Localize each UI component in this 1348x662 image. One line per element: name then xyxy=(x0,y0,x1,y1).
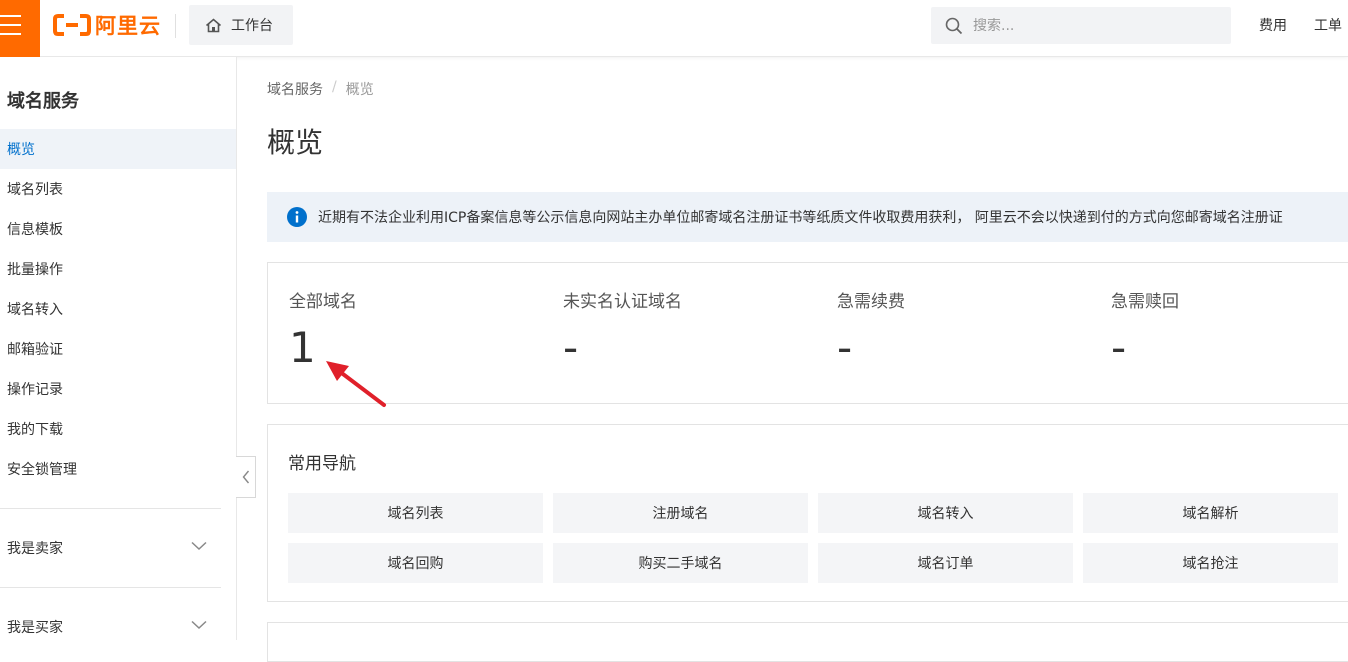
breadcrumb-current: 概览 xyxy=(345,82,374,98)
sidebar-item-email-verification[interactable]: 邮箱验证 xyxy=(0,329,236,369)
workbench-label: 工作台 xyxy=(231,18,273,34)
breadcrumb-separator: / xyxy=(332,79,337,95)
nav-button-domain-list[interactable]: 域名列表 xyxy=(288,493,543,533)
sidebar-item-my-downloads[interactable]: 我的下载 xyxy=(0,409,236,449)
sidebar-item-security-lock[interactable]: 安全锁管理 xyxy=(0,449,236,489)
sidebar-item-label: 概览 xyxy=(7,142,35,158)
home-icon xyxy=(205,17,222,32)
nav-button-domain-backorder[interactable]: 域名抢注 xyxy=(1083,543,1338,583)
stat-value[interactable]: 1 xyxy=(289,323,316,372)
sidebar-item-info-templates[interactable]: 信息模板 xyxy=(0,209,236,249)
nav-button-register-domain[interactable]: 注册域名 xyxy=(553,493,808,533)
stat-label: 全部域名 xyxy=(289,292,357,312)
notice-banner: 近期有不法企业利用ICP备案信息等公示信息向网站主办单位邮寄域名注册证书等纸质文… xyxy=(267,192,1348,242)
info-icon xyxy=(287,207,307,227)
stat-label: 急需续费 xyxy=(837,292,905,312)
domain-stats-card: 全部域名 1 未实名认证域名 - 急需续费 - 急需赎回 - xyxy=(267,262,1348,404)
sidebar-group-label: 我是卖家 xyxy=(7,541,63,557)
search-box[interactable] xyxy=(931,7,1231,44)
sidebar-collapse-button[interactable] xyxy=(236,456,256,498)
menu-icon-line xyxy=(0,33,21,35)
next-card xyxy=(267,622,1348,662)
billing-link[interactable]: 费用 xyxy=(1259,15,1287,35)
sidebar-item-operation-log[interactable]: 操作记录 xyxy=(0,369,236,409)
sidebar-title: 域名服务 xyxy=(7,91,79,112)
topbar-divider xyxy=(175,14,176,38)
stat-value: - xyxy=(837,323,853,372)
nav-button-domain-transfer[interactable]: 域名转入 xyxy=(818,493,1073,533)
menu-icon-line xyxy=(0,24,21,26)
menu-icon-line xyxy=(0,15,21,17)
stat-label: 未实名认证域名 xyxy=(563,292,682,312)
sidebar-group-label: 我是买家 xyxy=(7,620,63,636)
sidebar-item-domain-list[interactable]: 域名列表 xyxy=(0,169,236,209)
sidebar-item-label: 邮箱验证 xyxy=(7,342,63,358)
sidebar-item-label: 信息模板 xyxy=(7,222,63,238)
common-navigation-card: 常用导航 域名列表 注册域名 域名转入 域名解析 域名回购 购买二手域名 域名订… xyxy=(267,424,1348,602)
stat-value: - xyxy=(563,323,579,372)
sidebar: 域名服务 概览 域名列表 信息模板 批量操作 域名转入 邮箱验证 操作记录 我的… xyxy=(0,57,237,640)
sidebar-item-batch-operations[interactable]: 批量操作 xyxy=(0,249,236,289)
sidebar-item-label: 操作记录 xyxy=(7,382,63,398)
sidebar-item-overview[interactable]: 概览 xyxy=(0,129,236,169)
sidebar-item-label: 域名列表 xyxy=(7,182,63,198)
aliyun-logo-icon xyxy=(53,14,91,36)
breadcrumb: 域名服务 / 概览 xyxy=(267,79,374,99)
sidebar-item-label: 我的下载 xyxy=(7,422,63,438)
chevron-down-icon xyxy=(191,541,207,551)
nav-card-title: 常用导航 xyxy=(288,454,356,474)
sidebar-item-domain-transfer[interactable]: 域名转入 xyxy=(0,289,236,329)
stat-value: - xyxy=(1111,323,1127,372)
stat-label: 急需赎回 xyxy=(1111,292,1179,312)
nav-button-domain-orders[interactable]: 域名订单 xyxy=(818,543,1073,583)
sidebar-divider xyxy=(0,508,221,509)
aliyun-logo[interactable]: 阿里云 xyxy=(53,12,161,38)
sidebar-divider xyxy=(0,587,221,588)
nav-button-domain-dns[interactable]: 域名解析 xyxy=(1083,493,1338,533)
notice-text: 近期有不法企业利用ICP备案信息等公示信息向网站主办单位邮寄域名注册证书等纸质文… xyxy=(318,210,1283,226)
sidebar-item-label: 域名转入 xyxy=(7,302,63,318)
breadcrumb-link-domain-service[interactable]: 域名服务 xyxy=(267,79,323,99)
sidebar-item-label: 安全锁管理 xyxy=(7,462,77,478)
workbench-button[interactable]: 工作台 xyxy=(189,5,293,45)
search-icon xyxy=(945,17,963,34)
search-input[interactable] xyxy=(973,17,1213,34)
chevron-left-icon xyxy=(242,470,249,484)
top-bar: 阿里云 工作台 费用 工单 xyxy=(0,0,1348,57)
nav-button-domain-buyback[interactable]: 域名回购 xyxy=(288,543,543,583)
sidebar-group-seller[interactable]: 我是卖家 xyxy=(0,528,221,568)
page-title: 概览 xyxy=(267,126,324,159)
chevron-down-icon xyxy=(191,620,207,630)
sidebar-group-buyer[interactable]: 我是买家 xyxy=(0,607,221,647)
ticket-link[interactable]: 工单 xyxy=(1314,15,1342,35)
logo-text: 阿里云 xyxy=(95,14,161,38)
menu-button[interactable] xyxy=(0,0,40,57)
nav-button-buy-secondhand[interactable]: 购买二手域名 xyxy=(553,543,808,583)
sidebar-item-label: 批量操作 xyxy=(7,262,63,278)
